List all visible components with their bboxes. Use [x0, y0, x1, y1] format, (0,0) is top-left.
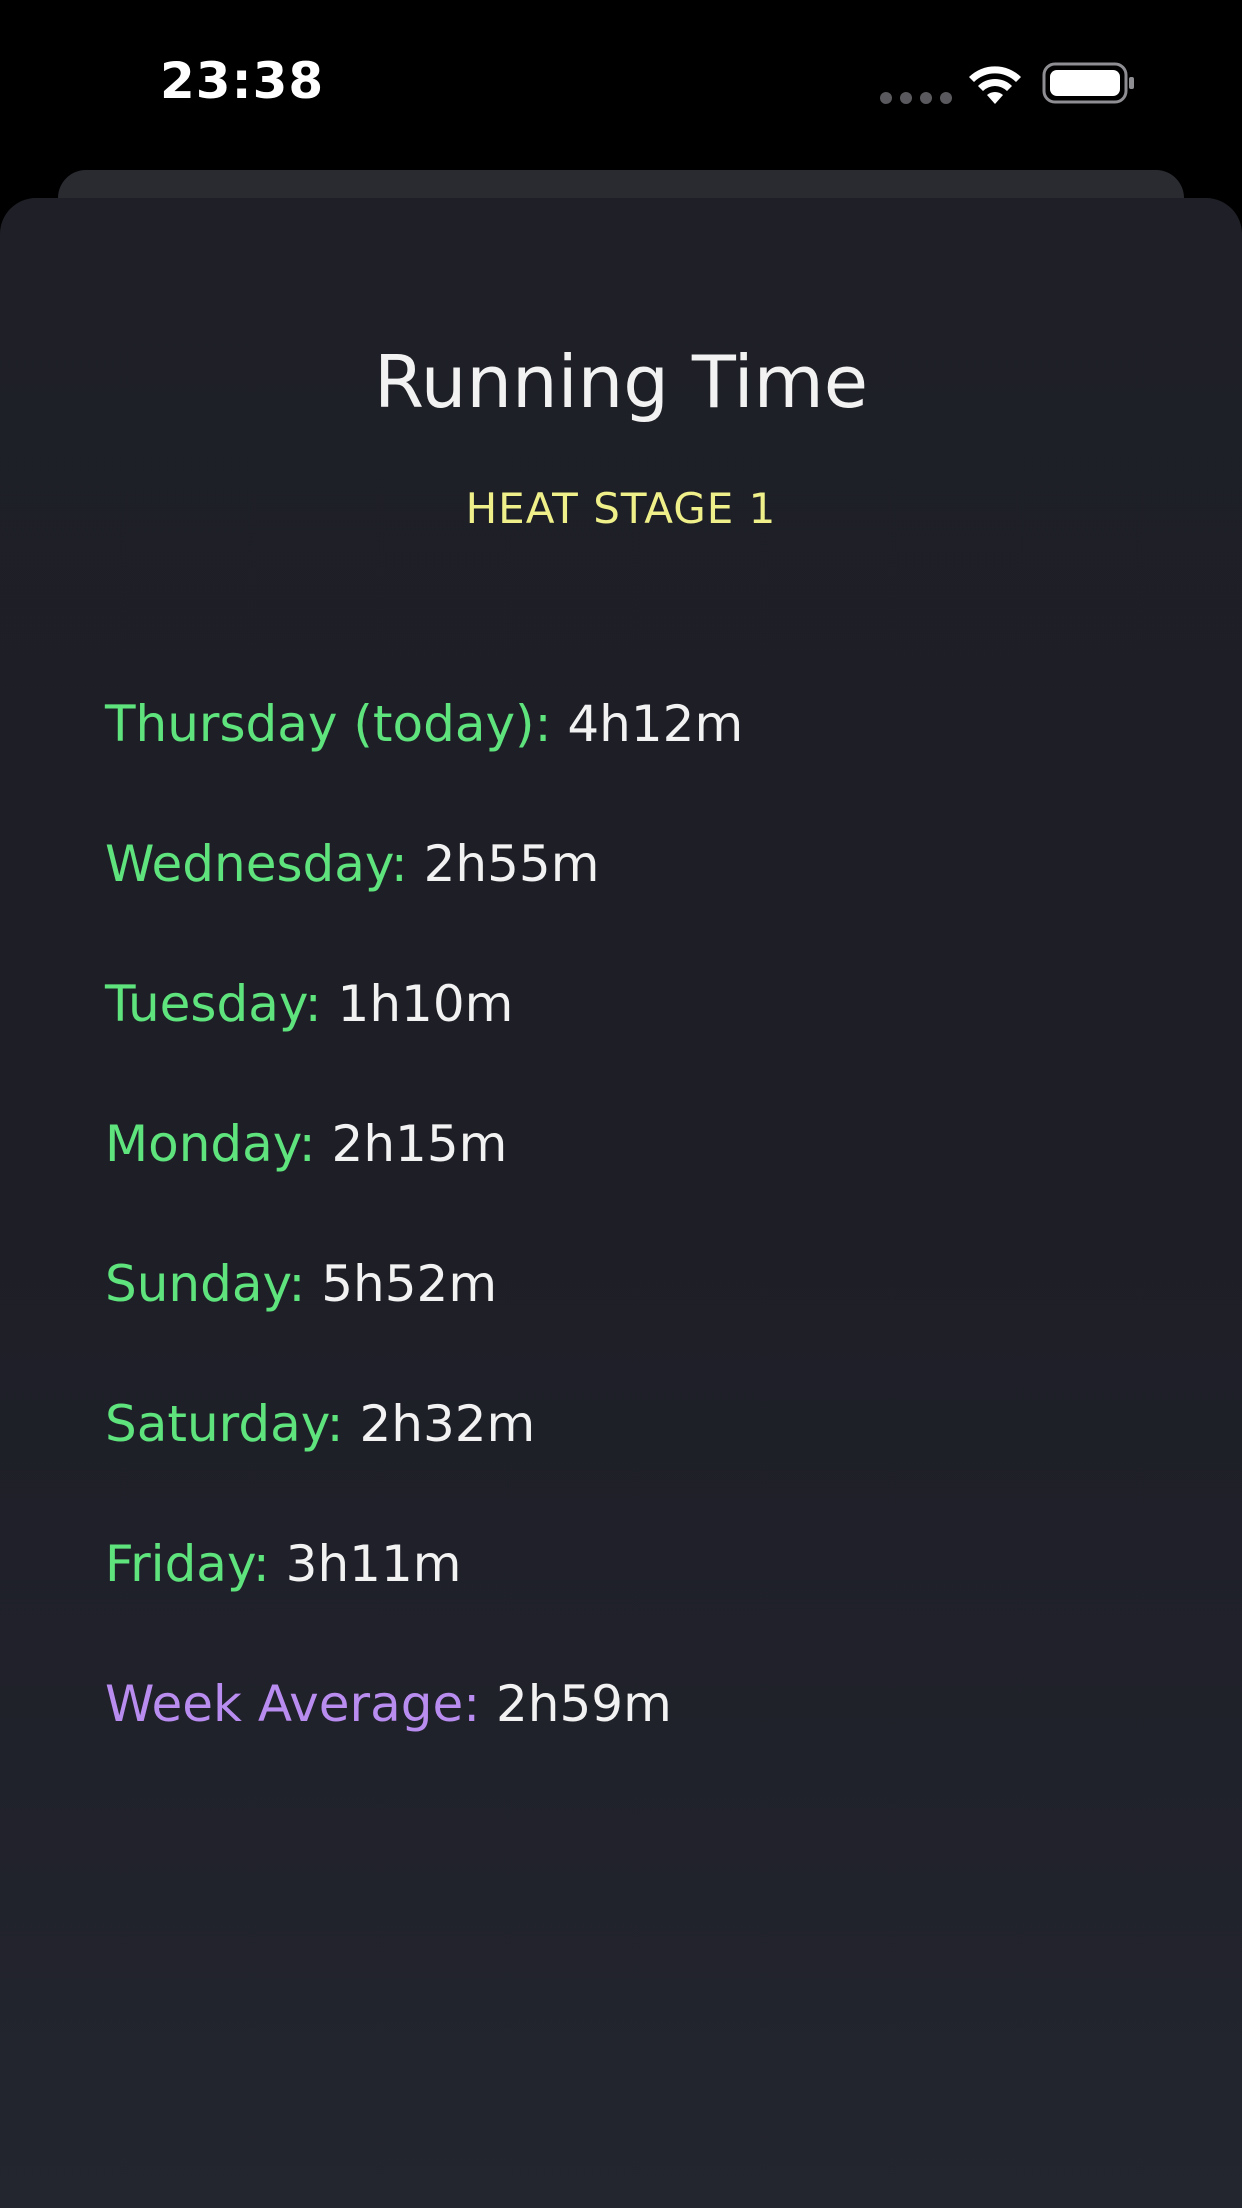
day-value: 3h11m	[285, 1535, 462, 1593]
day-label: Sunday:	[105, 1255, 306, 1313]
day-value: 2h32m	[359, 1395, 536, 1453]
week-average-label: Week Average:	[105, 1675, 481, 1733]
day-row-wednesday: Wednesday: 2h55m	[105, 835, 599, 893]
day-row-saturday: Saturday: 2h32m	[105, 1395, 535, 1453]
status-bar: 23:38	[0, 0, 1242, 170]
week-average-row: Week Average: 2h59m	[105, 1675, 672, 1733]
day-row-thursday: Thursday (today): 4h12m	[105, 695, 743, 753]
page-title: Running Time	[373, 340, 869, 424]
day-label: Thursday (today):	[105, 695, 552, 753]
week-average-value: 2h59m	[495, 1675, 672, 1733]
day-value: 5h52m	[321, 1255, 498, 1313]
day-value: 4h12m	[567, 695, 744, 753]
day-label: Wednesday:	[105, 835, 408, 893]
day-value: 2h15m	[331, 1115, 508, 1173]
day-value: 1h10m	[337, 975, 514, 1033]
battery-icon	[1042, 62, 1134, 104]
heat-stage-label: HEAT STAGE 1	[465, 484, 777, 533]
wifi-icon	[969, 66, 1021, 104]
day-row-sunday: Sunday: 5h52m	[105, 1255, 497, 1313]
day-label: Monday:	[105, 1115, 316, 1173]
day-label: Tuesday:	[105, 975, 322, 1033]
day-label: Friday:	[105, 1535, 270, 1593]
status-time: 23:38	[160, 52, 325, 110]
day-value: 2h55m	[423, 835, 600, 893]
day-row-monday: Monday: 2h15m	[105, 1115, 507, 1173]
day-row-friday: Friday: 3h11m	[105, 1535, 462, 1593]
day-label: Saturday:	[105, 1395, 344, 1453]
day-row-tuesday: Tuesday: 1h10m	[105, 975, 513, 1033]
cellular-signal-icon	[880, 92, 952, 104]
